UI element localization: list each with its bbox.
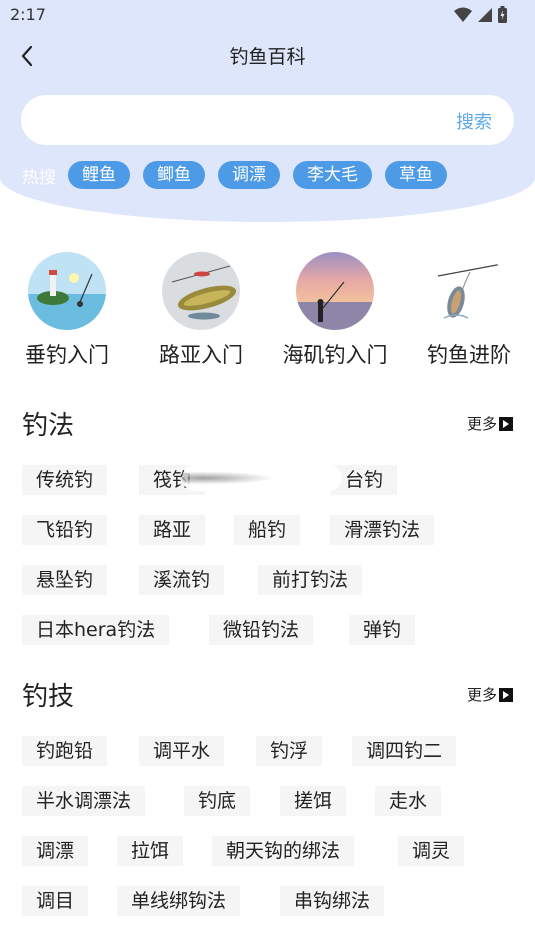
- chip[interactable]: 半水调漂法: [22, 786, 146, 816]
- category-item[interactable]: 海矶钓入门: [270, 250, 400, 370]
- chip[interactable]: 调平水: [139, 736, 225, 766]
- category-item[interactable]: 垂钓入门: [2, 250, 132, 370]
- search-button[interactable]: 搜索: [456, 108, 492, 134]
- chip[interactable]: 路亚: [139, 515, 206, 545]
- chip[interactable]: 调目: [22, 886, 89, 916]
- signal-icon: [478, 7, 492, 22]
- battery-icon: [498, 6, 507, 23]
- chip[interactable]: 钓跑铅: [22, 736, 108, 766]
- chip[interactable]: 日本hera钓法: [22, 615, 170, 645]
- app-bar: 钓鱼百科: [0, 36, 535, 76]
- search-input[interactable]: [39, 105, 439, 135]
- category-item[interactable]: 钓鱼进阶: [404, 250, 534, 370]
- chip[interactable]: 前打钓法: [258, 565, 363, 595]
- fish-on-hook-image: [430, 252, 508, 330]
- category-item[interactable]: 路亚入门: [136, 250, 266, 370]
- status-bar: 2:17: [0, 0, 535, 30]
- search-bar: 搜索: [21, 95, 514, 145]
- category-label: 海矶钓入门: [282, 343, 388, 367]
- chip[interactable]: 钓浮: [256, 736, 323, 766]
- chip[interactable]: 微铅钓法: [209, 615, 314, 645]
- section-title: 钓技: [22, 682, 75, 712]
- chip[interactable]: 滑漂钓法: [330, 515, 435, 545]
- hot-tag[interactable]: 李大毛: [293, 161, 372, 189]
- category-label: 钓鱼进阶: [427, 343, 511, 367]
- chip[interactable]: 飞铅钓: [22, 515, 108, 545]
- chip[interactable]: 船钓: [234, 515, 301, 545]
- status-icons: [454, 6, 507, 23]
- arrow-right-icon: [499, 687, 513, 702]
- lighthouse-fishing-image: [28, 252, 106, 330]
- sunset-sea-image: [296, 252, 374, 330]
- image-smudge: [182, 465, 342, 491]
- chip[interactable]: 钓底: [184, 786, 251, 816]
- chip[interactable]: 走水: [375, 786, 442, 816]
- chip[interactable]: 调四钓二: [352, 736, 457, 766]
- chip[interactable]: 拉饵: [117, 836, 184, 866]
- page-title: 钓鱼百科: [229, 46, 306, 68]
- chip[interactable]: 朝天钩的绑法: [212, 836, 355, 866]
- category-row: 垂钓入门 路亚入门 海矶钓入门 钓鱼进阶: [0, 250, 535, 370]
- lure-fish-image: [162, 252, 240, 330]
- hot-search: 热搜 鲤鱼 鲫鱼 调漂 李大毛 草鱼: [22, 160, 460, 190]
- more-label: 更多: [466, 686, 497, 704]
- hot-tag[interactable]: 鲫鱼: [143, 161, 205, 189]
- hot-tag[interactable]: 草鱼: [385, 161, 447, 189]
- more-link[interactable]: 更多: [467, 684, 513, 705]
- chip[interactable]: 串钩绑法: [280, 886, 385, 916]
- arrow-right-icon: [499, 416, 513, 431]
- chip[interactable]: 调漂: [22, 836, 89, 866]
- hot-tag[interactable]: 调漂: [218, 161, 280, 189]
- chip[interactable]: 调灵: [398, 836, 465, 866]
- chip[interactable]: 弹钓: [349, 615, 416, 645]
- hot-search-label: 热搜: [22, 167, 56, 188]
- section-title: 钓法: [22, 411, 75, 441]
- category-label: 路亚入门: [159, 343, 243, 367]
- chip[interactable]: 溪流钓: [139, 565, 225, 595]
- wifi-icon: [454, 7, 472, 22]
- more-link[interactable]: 更多: [467, 413, 513, 434]
- category-label: 垂钓入门: [25, 343, 109, 367]
- chip[interactable]: 悬坠钓: [22, 565, 108, 595]
- chip[interactable]: 搓饵: [280, 786, 347, 816]
- status-time: 2:17: [10, 5, 46, 24]
- chip[interactable]: 单线绑钩法: [117, 886, 241, 916]
- hot-tag[interactable]: 鲤鱼: [68, 161, 130, 189]
- more-label: 更多: [466, 415, 497, 433]
- chip[interactable]: 传统钓: [22, 465, 108, 495]
